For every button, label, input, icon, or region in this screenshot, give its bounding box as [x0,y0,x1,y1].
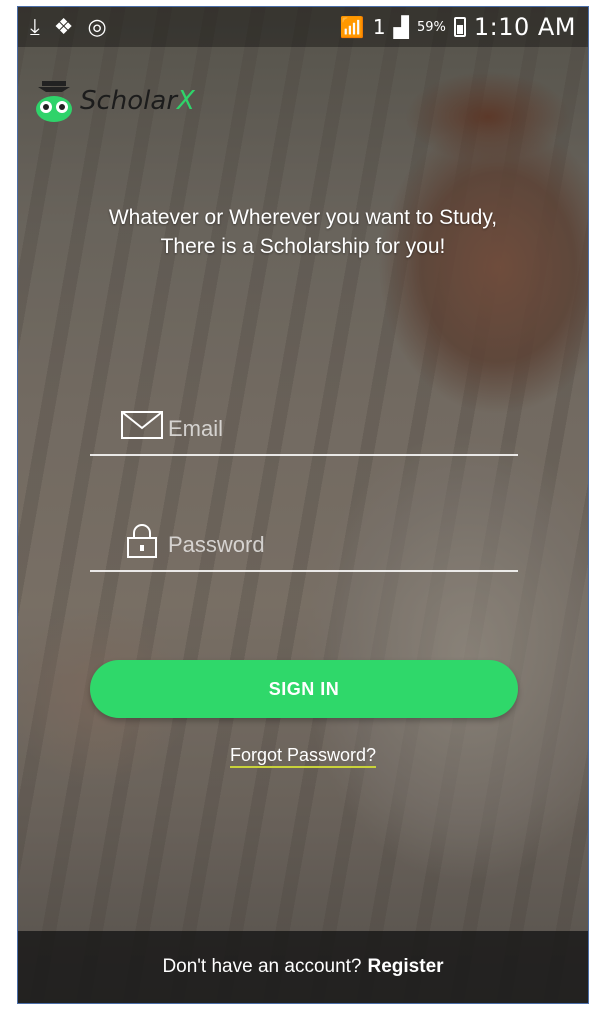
password-input[interactable] [168,532,468,558]
phone-screen: ⤓ ❖ ◎ 📶 1 ▟ 59% 1:10 AM ScholarX Whateve… [17,6,589,1004]
wifi-icon: 📶 [339,15,365,39]
password-field[interactable] [90,518,518,572]
register-link[interactable]: Register [368,956,444,978]
register-prompt: Don't have an account? [162,956,362,977]
forgot-password-row: Forgot Password? [18,745,588,768]
signal-icon: ▟ [393,15,409,39]
tagline: Whatever or Wherever you want to Study, … [18,203,588,261]
background-photo [18,7,588,1003]
register-bar[interactable]: Don't have an account? Register [18,931,588,1003]
status-right-icons: 📶 1 ▟ 59% 1:10 AM [340,13,576,41]
logo-text-main: Scholar [80,86,178,116]
lock-icon [127,524,157,558]
sign-in-button[interactable]: SIGN IN [90,660,518,718]
tagline-line-2: There is a Scholarship for you! [160,235,446,258]
dropbox-icon: ❖ [53,14,74,40]
email-input[interactable] [168,416,468,442]
logo-wordmark: ScholarX [80,86,195,116]
app-logo: ScholarX [34,79,195,123]
tagline-line-1: Whatever or Wherever you want to Study, [108,206,498,229]
email-field[interactable] [90,402,518,456]
clock: 1:10 AM [473,13,576,41]
logo-text-accent: X [177,86,195,116]
sim-icon: 1 [372,15,386,39]
envelope-icon [121,411,163,439]
instagram-icon: ◎ [87,14,107,40]
forgot-password-link[interactable]: Forgot Password? [229,745,377,768]
status-left-icons: ⤓ ❖ ◎ [30,15,107,40]
battery-percent: 59% [416,19,446,35]
status-bar: ⤓ ❖ ◎ 📶 1 ▟ 59% 1:10 AM [18,7,588,47]
download-icon: ⤓ [30,14,40,40]
battery-icon [453,17,466,37]
owl-graduate-icon [36,81,72,122]
